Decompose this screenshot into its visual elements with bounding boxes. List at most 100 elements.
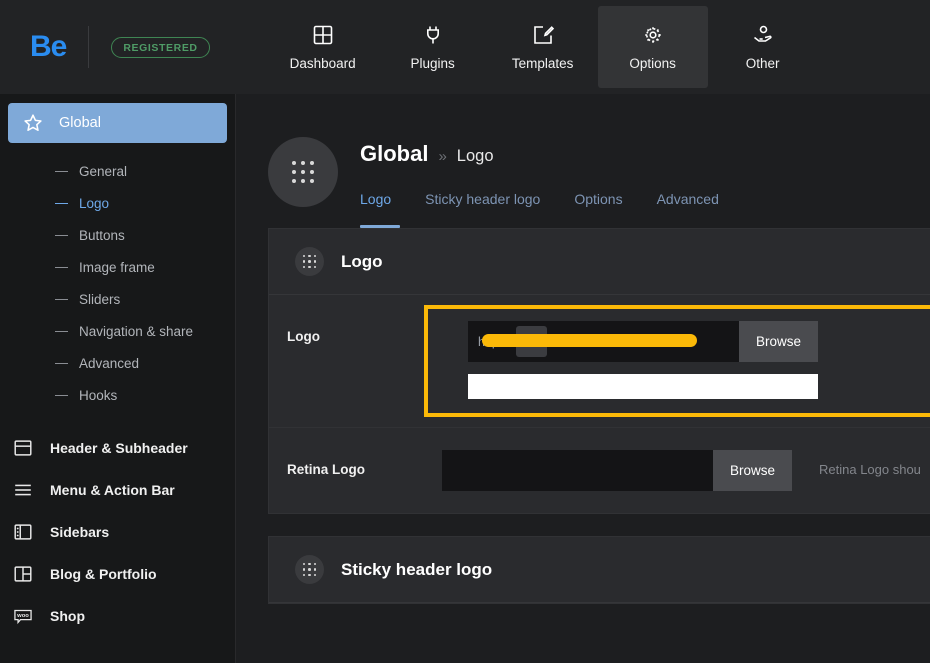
sidebar-item-blog-portfolio[interactable]: Blog & Portfolio xyxy=(0,553,235,595)
brand-area: Be REGISTERED xyxy=(0,0,210,94)
topnav-item-plugins[interactable]: Plugins xyxy=(378,6,488,88)
dot-grid xyxy=(302,562,317,577)
dash-icon xyxy=(55,362,68,364)
dash-icon xyxy=(55,394,68,396)
gear-icon xyxy=(641,23,665,47)
registered-badge: REGISTERED xyxy=(111,36,210,58)
sidebar-item-label: Header & Subheader xyxy=(50,440,188,456)
dot-grid xyxy=(292,161,314,183)
sidebar-subitem-label: General xyxy=(79,163,128,179)
logo-secondary-input[interactable] xyxy=(468,374,818,399)
sidebar-subitem-label: Sliders xyxy=(79,291,121,307)
sidebar-item-label: Menu & Action Bar xyxy=(50,482,175,498)
sidebar-subitem-label: Logo xyxy=(79,195,110,211)
template-edit-icon xyxy=(531,23,555,47)
sidebar-subitem-image-frame[interactable]: Image frame xyxy=(0,251,235,283)
tab-options[interactable]: Options xyxy=(574,191,622,228)
breadcrumb-root[interactable]: Global xyxy=(360,141,428,167)
panel-drag-handle-icon[interactable] xyxy=(295,555,324,584)
top-navigation: Dashboard Plugins Templates Options Othe… xyxy=(268,0,818,94)
sidebar-subitem-label: Advanced xyxy=(79,355,140,371)
logo-browse-button[interactable]: Browse xyxy=(739,321,818,362)
topnav-label: Other xyxy=(745,56,780,71)
tab-logo[interactable]: Logo xyxy=(360,191,401,228)
sidebar-item-header-subheader[interactable]: Header & Subheader xyxy=(0,427,235,469)
highlight-annotation-box: https:// Browse xyxy=(424,305,930,417)
dash-icon xyxy=(55,330,68,332)
tab-advanced[interactable]: Advanced xyxy=(657,191,719,228)
field-row-logo: Logo https:// xyxy=(269,295,930,427)
sidebar-subitem-buttons[interactable]: Buttons xyxy=(0,219,235,251)
header-layout-icon xyxy=(12,437,34,459)
dot-grid xyxy=(302,254,317,269)
woo-icon: woo xyxy=(12,605,34,627)
retina-logo-helper-text: Retina Logo shou xyxy=(819,462,921,477)
topnav-item-dashboard[interactable]: Dashboard xyxy=(268,6,378,88)
field-body: https:// Browse xyxy=(424,305,930,417)
top-bar: Be REGISTERED Dashboard Plugins Template… xyxy=(0,0,930,94)
panel-header: Sticky header logo xyxy=(269,537,930,603)
plug-icon xyxy=(421,23,445,47)
be-logo[interactable]: Be xyxy=(30,32,67,62)
topnav-item-templates[interactable]: Templates xyxy=(488,6,598,88)
panel-header: Logo xyxy=(269,229,930,295)
sidebar-item-label: Blog & Portfolio xyxy=(50,566,157,582)
field-row-retina-logo: Retina Logo Browse Retina Logo shou xyxy=(269,427,930,513)
field-label: Retina Logo xyxy=(287,462,365,477)
redaction-overlay xyxy=(482,334,697,347)
topnav-item-options[interactable]: Options xyxy=(597,6,708,88)
sidebar-subitem-label: Image frame xyxy=(79,259,155,275)
topnav-label: Templates xyxy=(511,56,574,71)
grid-icon xyxy=(311,23,335,47)
dash-icon xyxy=(55,202,68,204)
sidebar: Global General Logo Buttons Image frame … xyxy=(0,94,236,663)
star-icon xyxy=(22,112,44,134)
panel-logo: Logo Logo https:// xyxy=(268,228,930,514)
sidebar-subitem-hooks[interactable]: Hooks xyxy=(0,379,235,411)
svg-text:woo: woo xyxy=(16,613,29,619)
sidebar-item-label: Sidebars xyxy=(50,524,110,540)
sidebar-item-global[interactable]: Global xyxy=(8,103,227,143)
sidebar-subitem-label: Navigation & share xyxy=(79,323,194,339)
page-header: Global » Logo Logo Sticky header logo Op… xyxy=(237,94,930,228)
sidebar-item-label: Global xyxy=(59,115,101,131)
sidebar-subitem-label: Buttons xyxy=(79,227,125,243)
logo-upload-control: https:// Browse xyxy=(468,321,818,362)
topnav-label: Options xyxy=(629,56,676,71)
sidebar-subitem-navigation-share[interactable]: Navigation & share xyxy=(0,315,235,347)
retina-logo-url-input[interactable] xyxy=(442,450,713,491)
columns-layout-icon xyxy=(12,563,34,585)
field-label: Logo xyxy=(287,329,320,344)
sidebar-mainlist: Header & Subheader Menu & Action Bar Sid… xyxy=(0,427,235,637)
sidebar-subitem-advanced[interactable]: Advanced xyxy=(0,347,235,379)
retina-logo-upload-control: Browse xyxy=(442,450,792,491)
sidebar-subitem-general[interactable]: General xyxy=(0,155,235,187)
main-content: Global » Logo Logo Sticky header logo Op… xyxy=(237,94,930,663)
sidebar-item-sidebars[interactable]: Sidebars xyxy=(0,511,235,553)
dash-icon xyxy=(55,266,68,268)
sidebar-item-menu-action-bar[interactable]: Menu & Action Bar xyxy=(0,469,235,511)
retina-logo-browse-button[interactable]: Browse xyxy=(713,450,792,491)
dash-icon xyxy=(55,170,68,172)
tab-bar: Logo Sticky header logo Options Advanced xyxy=(360,191,719,228)
sidebar-item-shop[interactable]: woo Shop xyxy=(0,595,235,637)
hand-user-icon xyxy=(751,23,775,47)
sidebar-layout-icon xyxy=(12,521,34,543)
sidebar-subitem-logo[interactable]: Logo xyxy=(0,187,235,219)
topnav-item-other[interactable]: Other xyxy=(708,6,818,88)
panel-drag-handle-icon[interactable] xyxy=(295,247,324,276)
sidebar-subitem-label: Hooks xyxy=(79,387,118,403)
brand-divider xyxy=(88,26,90,68)
sidebar-subitem-sliders[interactable]: Sliders xyxy=(0,283,235,315)
panel-title: Sticky header logo xyxy=(341,559,493,579)
page-drag-handle-icon[interactable] xyxy=(268,137,338,207)
sidebar-sublist: General Logo Buttons Image frame Sliders… xyxy=(0,155,235,411)
page-header-text: Global » Logo Logo Sticky header logo Op… xyxy=(360,137,719,228)
sidebar-item-label: Shop xyxy=(50,608,85,624)
panel-sticky-header-logo: Sticky header logo xyxy=(268,536,930,604)
logo-url-input[interactable]: https:// xyxy=(468,321,739,362)
panel-title: Logo xyxy=(341,251,383,271)
dash-icon xyxy=(55,298,68,300)
tab-sticky-header-logo[interactable]: Sticky header logo xyxy=(425,191,540,228)
hamburger-icon xyxy=(12,479,34,501)
